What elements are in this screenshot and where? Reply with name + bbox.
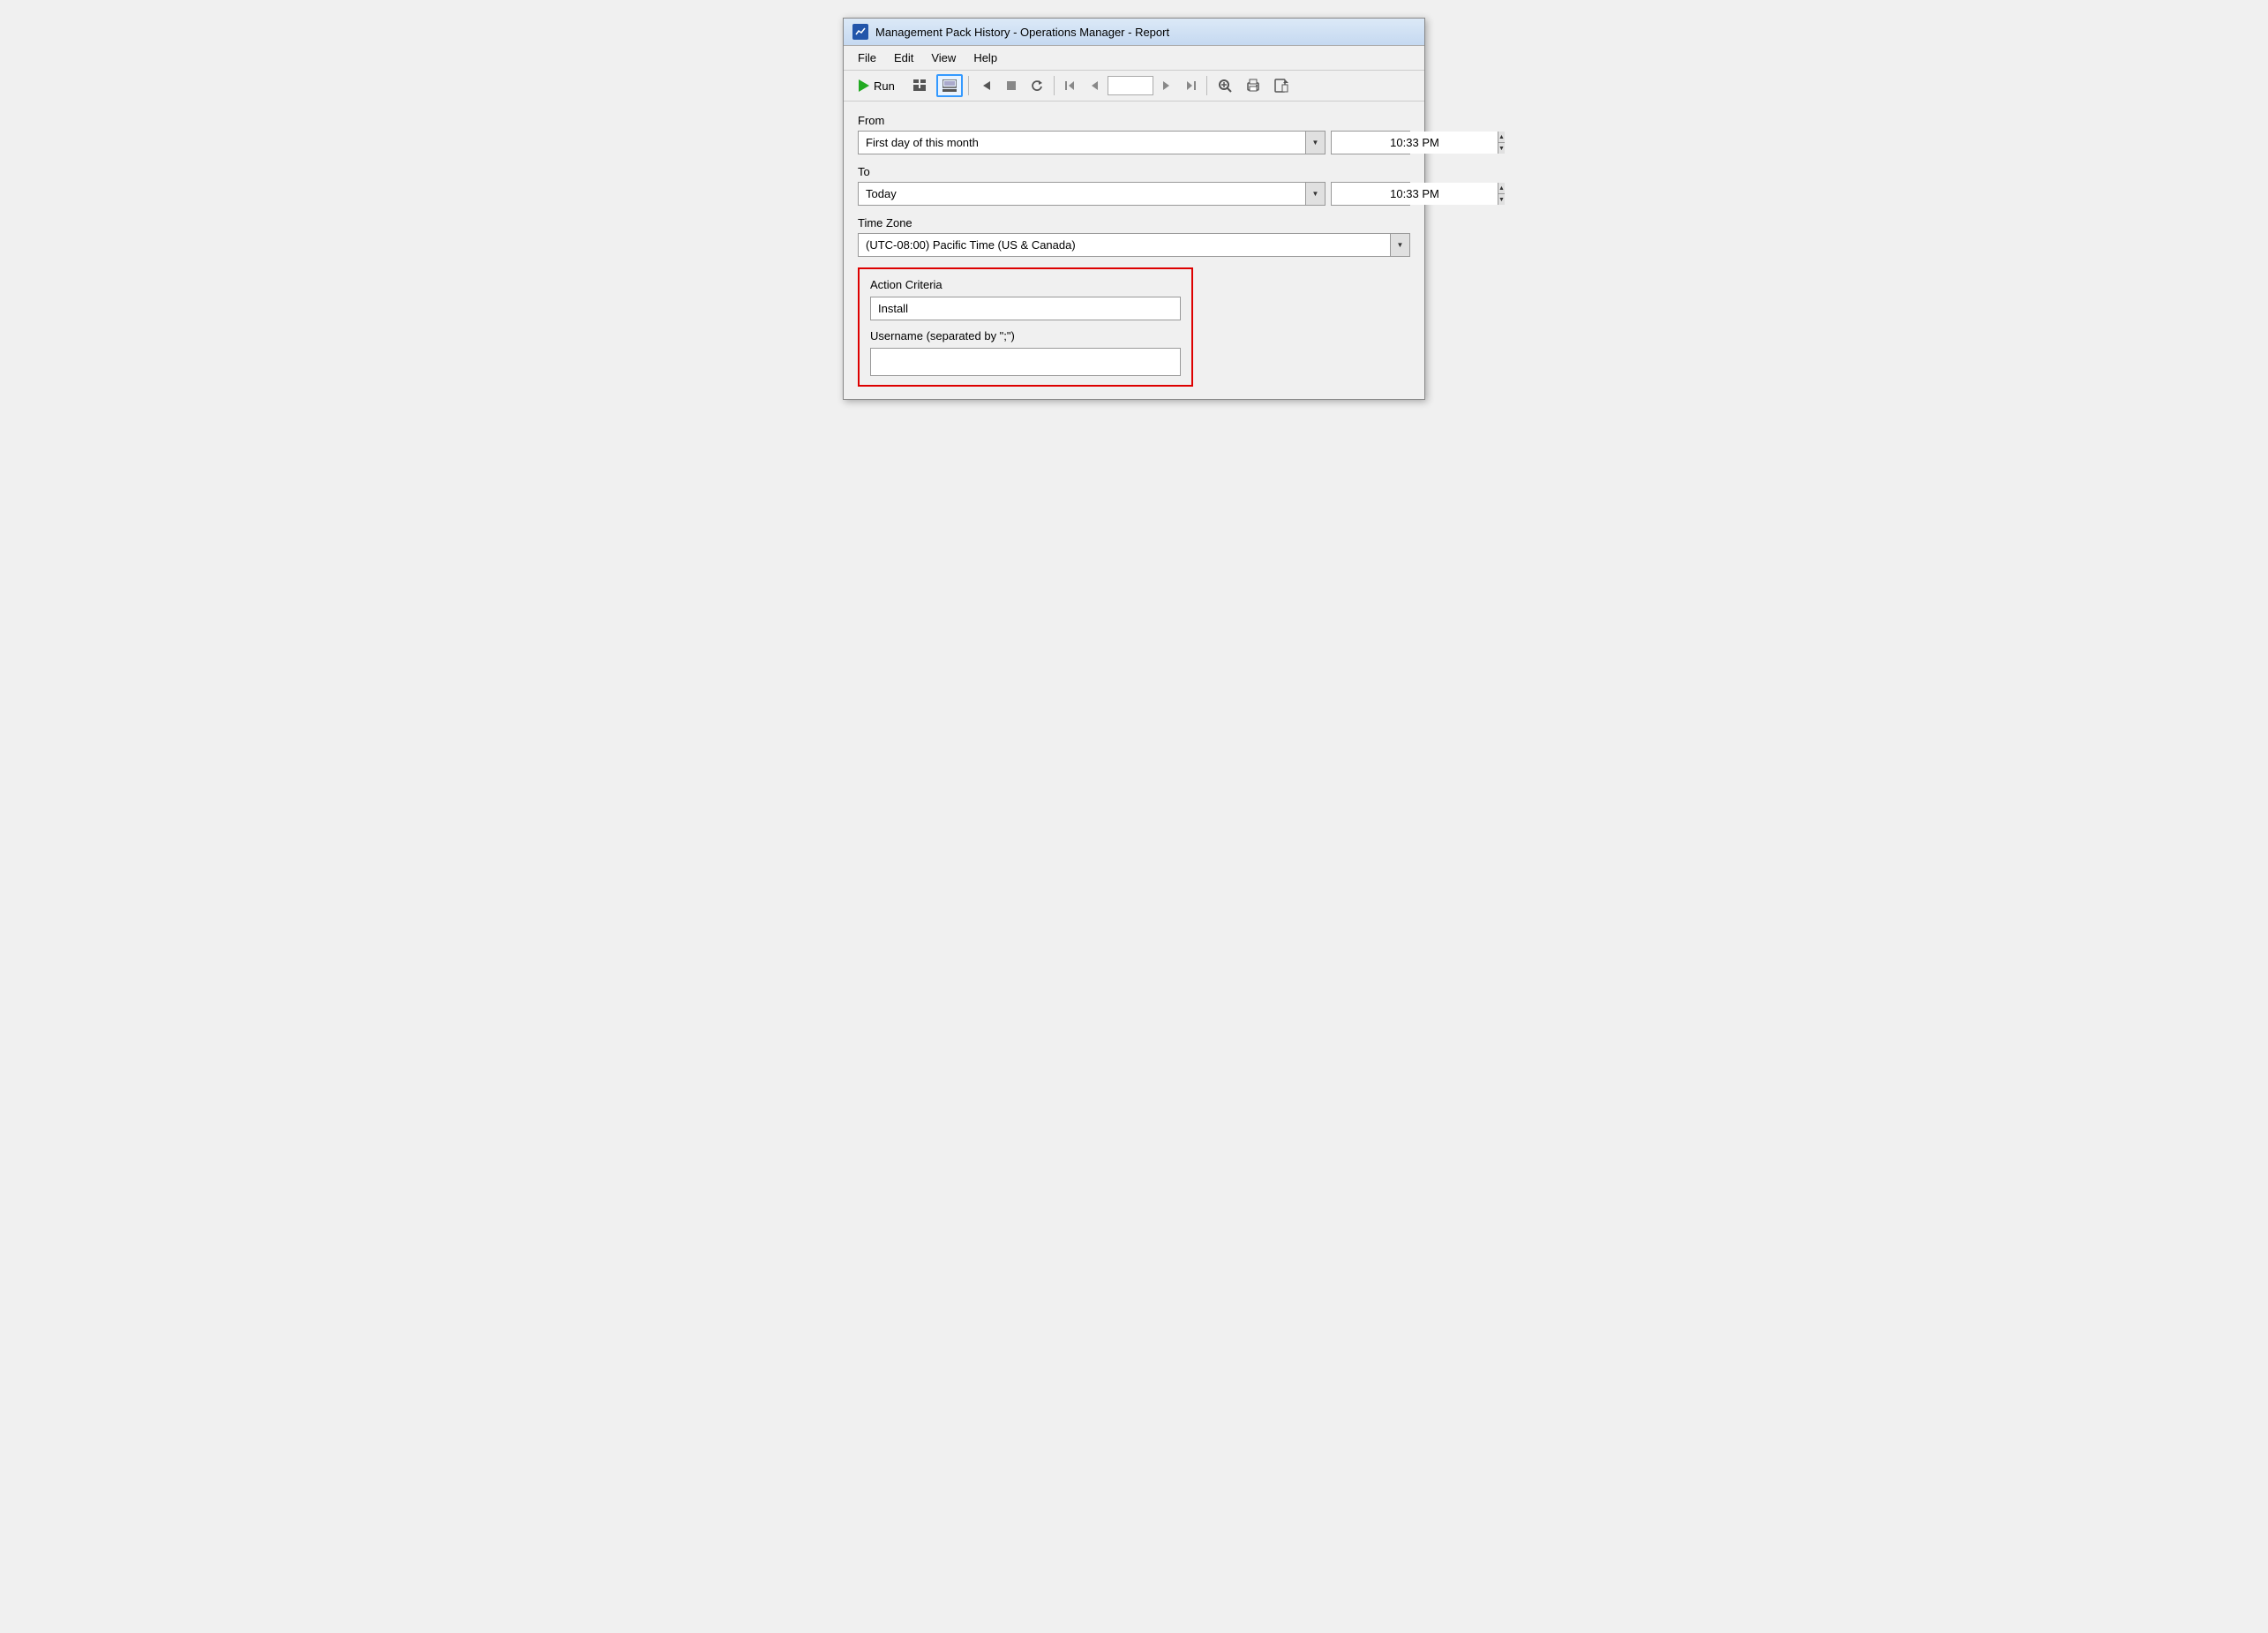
menu-bar: File Edit View Help xyxy=(844,46,1424,71)
last-button[interactable] xyxy=(1180,74,1201,97)
stop-button[interactable] xyxy=(1001,74,1022,97)
menu-file[interactable]: File xyxy=(851,49,883,67)
stop-icon xyxy=(1006,80,1017,91)
from-time-spinner-buttons: ▲ ▼ xyxy=(1498,132,1505,154)
from-field-row: First day of this month Today Yesterday … xyxy=(858,131,1410,154)
first-button[interactable] xyxy=(1060,74,1081,97)
zoom-icon xyxy=(1218,79,1232,93)
back-icon xyxy=(980,79,992,92)
prev-icon xyxy=(1090,80,1099,91)
run-button[interactable]: Run xyxy=(849,74,905,97)
from-label: From xyxy=(858,114,1410,127)
next-icon xyxy=(1162,80,1171,91)
username-label: Username (separated by ";") xyxy=(870,329,1181,342)
timezone-field-group: Time Zone (UTC-08:00) Pacific Time (US &… xyxy=(858,216,1410,257)
to-field-row: Today Yesterday First day of this month … xyxy=(858,182,1410,206)
to-field-group: To Today Yesterday First day of this mon… xyxy=(858,165,1410,206)
first-icon xyxy=(1065,80,1076,91)
from-time-down-button[interactable]: ▼ xyxy=(1498,143,1505,154)
to-time-up-button[interactable]: ▲ xyxy=(1498,183,1505,194)
next-button[interactable] xyxy=(1157,74,1176,97)
last-icon xyxy=(1185,80,1196,91)
grid-view-icon xyxy=(913,79,927,92)
back-button[interactable] xyxy=(974,74,997,97)
layout-view-button[interactable] xyxy=(936,74,963,97)
to-date-wrapper: Today Yesterday First day of this month … xyxy=(858,182,1326,206)
to-label: To xyxy=(858,165,1410,178)
page-number-box xyxy=(1108,76,1153,95)
prev-button[interactable] xyxy=(1085,74,1104,97)
zoom-button[interactable] xyxy=(1213,74,1237,97)
refresh-button[interactable] xyxy=(1025,74,1048,97)
window-title: Management Pack History - Operations Man… xyxy=(875,26,1169,39)
criteria-section: Action Criteria Install Username (separa… xyxy=(858,267,1193,387)
username-input[interactable] xyxy=(870,348,1181,376)
content-area: From First day of this month Today Yeste… xyxy=(844,102,1424,399)
run-label: Run xyxy=(874,79,895,93)
action-criteria-value: Install xyxy=(870,297,1181,320)
timezone-wrapper: (UTC-08:00) Pacific Time (US & Canada) (… xyxy=(858,233,1410,257)
menu-view[interactable]: View xyxy=(924,49,963,67)
to-time-spinner: 10:33 PM ▲ ▼ xyxy=(1331,182,1410,206)
timezone-label: Time Zone xyxy=(858,216,1410,230)
menu-edit[interactable]: Edit xyxy=(887,49,920,67)
title-bar: Management Pack History - Operations Man… xyxy=(844,19,1424,46)
grid-view-button[interactable] xyxy=(908,74,933,97)
from-field-group: From First day of this month Today Yeste… xyxy=(858,114,1410,154)
print-button[interactable] xyxy=(1241,74,1265,97)
from-time-up-button[interactable]: ▲ xyxy=(1498,132,1505,143)
separator-3 xyxy=(1206,76,1207,95)
separator-2 xyxy=(1054,76,1055,95)
print-icon xyxy=(1246,79,1260,93)
separator-1 xyxy=(968,76,969,95)
to-time-input[interactable]: 10:33 PM xyxy=(1332,183,1498,205)
from-date-wrapper: First day of this month Today Yesterday … xyxy=(858,131,1326,154)
app-icon xyxy=(852,24,868,40)
main-window: Management Pack History - Operations Man… xyxy=(843,18,1425,400)
toolbar: Run xyxy=(844,71,1424,102)
menu-help[interactable]: Help xyxy=(966,49,1004,67)
refresh-icon xyxy=(1031,79,1043,92)
from-time-spinner: 10:33 PM ▲ ▼ xyxy=(1331,131,1410,154)
layout-view-icon xyxy=(942,79,957,92)
action-criteria-label: Action Criteria xyxy=(870,278,1181,291)
to-time-spinner-buttons: ▲ ▼ xyxy=(1498,183,1505,205)
to-date-select[interactable]: Today Yesterday First day of this month … xyxy=(859,183,1325,205)
export-button[interactable] xyxy=(1269,74,1294,97)
from-time-input[interactable]: 10:33 PM xyxy=(1332,132,1498,154)
to-time-down-button[interactable]: ▼ xyxy=(1498,194,1505,205)
timezone-select[interactable]: (UTC-08:00) Pacific Time (US & Canada) (… xyxy=(859,234,1409,256)
export-icon xyxy=(1274,79,1288,93)
run-icon xyxy=(859,79,869,92)
from-date-select[interactable]: First day of this month Today Yesterday … xyxy=(859,132,1325,154)
